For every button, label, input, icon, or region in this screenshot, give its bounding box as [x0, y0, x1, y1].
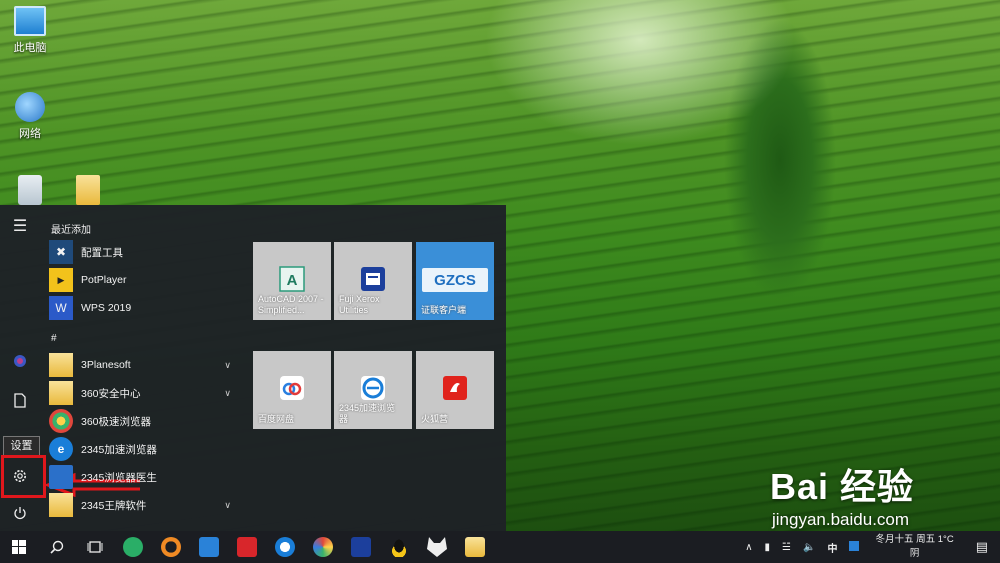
- app-label: 2345王牌软件: [81, 499, 147, 512]
- task-view-icon[interactable]: [76, 531, 114, 563]
- clock-line1: 冬月十五 周五 1°C: [875, 534, 954, 545]
- desktop-icon-label: 网络: [19, 128, 41, 140]
- tile-baidu-netdisk[interactable]: 百度网盘: [253, 351, 331, 429]
- recycle-bin-icon: [18, 175, 42, 205]
- app-360-security[interactable]: 360安全中心 ∨: [49, 380, 239, 406]
- folder-icon: [76, 175, 100, 205]
- clock[interactable]: 冬月十五 周五 1°C 阴: [865, 533, 963, 561]
- tile-huohu[interactable]: 火狐营: [416, 351, 494, 429]
- computer-icon: [14, 6, 46, 36]
- desktop-icon-network[interactable]: 网络: [0, 92, 60, 141]
- baidu-jingyan-watermark: Bai 经验 jingyan.baidu.com: [770, 458, 914, 530]
- start-rail: ☰ 设置: [0, 205, 46, 531]
- tray-app-icon[interactable]: [843, 540, 865, 554]
- app-3planesoft[interactable]: 3Planesoft ∨: [49, 352, 239, 378]
- app-label: PotPlayer: [81, 274, 127, 286]
- chevron-down-icon: ∨: [224, 499, 231, 510]
- chevron-down-icon: ∨: [224, 359, 231, 370]
- cat-icon[interactable]: [418, 531, 456, 563]
- app-list: 最近添加 ✖ 配置工具 ▶ PotPlayer W WPS 2019 # 3Pl…: [44, 205, 244, 531]
- desktop-icon-label: 此电脑: [13, 42, 47, 54]
- hamburger-menu-icon[interactable]: ☰: [0, 208, 40, 244]
- ime-indicator[interactable]: 中: [821, 540, 843, 555]
- tile-label: 证联客户端: [421, 305, 467, 315]
- fuji-icon[interactable]: [342, 531, 380, 563]
- settings-highlight-box: [1, 455, 46, 498]
- notifications-icon[interactable]: ▤: [964, 539, 1000, 555]
- browser-doctor-icon: [49, 465, 73, 489]
- tile-gzcs-client[interactable]: GZCS 证联客户端: [416, 242, 494, 320]
- volume-icon[interactable]: 🔈: [797, 542, 821, 553]
- gzcs-icon: GZCS: [420, 266, 490, 294]
- user-avatar-icon[interactable]: [0, 343, 40, 379]
- bird-icon[interactable]: [152, 531, 190, 563]
- file-explorer-icon[interactable]: [456, 531, 494, 563]
- app-2345-software[interactable]: 2345王牌软件 ∨: [49, 492, 239, 518]
- browser-2345-icon: [358, 373, 388, 403]
- settings-tooltip: 设置: [3, 436, 40, 456]
- folder-icon: [49, 381, 73, 405]
- tile-label: 2345加速浏览器: [339, 403, 396, 424]
- watermark-logo: Bai 经验: [770, 466, 915, 507]
- browser-2345-icon: e: [49, 437, 73, 461]
- folder-icon: [49, 353, 73, 377]
- autocad-icon: A: [277, 264, 307, 294]
- app-potplayer[interactable]: ▶ PotPlayer: [49, 267, 239, 293]
- wps-icon: W: [49, 296, 73, 320]
- tile-fuji-xerox[interactable]: Fuji Xerox Utilities: [334, 242, 412, 320]
- app-label: 3Planesoft: [81, 359, 131, 371]
- taskbar: ∧ ▮ ☱ 🔈 中 冬月十五 周五 1°C 阴 ▤: [0, 531, 1000, 563]
- tile-label: 火狐营: [421, 414, 449, 424]
- color-wheel-icon[interactable]: [304, 531, 342, 563]
- folder-icon: [49, 493, 73, 517]
- app-label: 360安全中心: [81, 387, 141, 400]
- network-icon: [15, 92, 45, 122]
- 360-browser-icon: [49, 409, 73, 433]
- clock-line2: 阴: [909, 548, 920, 559]
- battery-icon[interactable]: ▮: [759, 542, 777, 553]
- windows-start-icon[interactable]: [0, 531, 38, 563]
- fuji-xerox-icon: [358, 264, 388, 294]
- desktop-icon-folder[interactable]: [58, 175, 118, 208]
- desktop-icon-recycle-bin[interactable]: [0, 175, 60, 208]
- tile-label: AutoCAD 2007 - Simplified...: [258, 294, 324, 315]
- tile-2345-browser[interactable]: 2345加速浏览器: [334, 351, 412, 429]
- app-label: WPS 2019: [81, 302, 132, 314]
- hash-header: #: [51, 333, 57, 344]
- gzcs-logo-text: GZCS: [434, 272, 476, 289]
- wrench-icon: ✖: [49, 240, 73, 264]
- search-icon[interactable]: [38, 531, 76, 563]
- wifi-icon[interactable]: ☱: [776, 542, 797, 553]
- app-label: 2345加速浏览器: [81, 443, 157, 456]
- tile-label: Fuji Xerox Utilities: [339, 294, 380, 315]
- wechat-icon[interactable]: [114, 531, 152, 563]
- chevron-down-icon: ∨: [224, 387, 231, 398]
- app-label: 360极速浏览器: [81, 415, 152, 428]
- app-label: 配置工具: [81, 246, 123, 259]
- app-grid-icon[interactable]: [190, 531, 228, 563]
- recently-added-header: 最近添加: [51, 225, 91, 236]
- qq-icon[interactable]: [380, 531, 418, 563]
- baidu-netdisk-icon: [277, 373, 307, 403]
- potplayer-icon: ▶: [49, 268, 73, 292]
- desktop-icon-this-pc[interactable]: 此电脑: [0, 6, 60, 55]
- app-config-tool[interactable]: ✖ 配置工具: [49, 239, 239, 265]
- tray-chevron-up-icon[interactable]: ∧: [739, 542, 758, 553]
- news-icon[interactable]: [228, 531, 266, 563]
- edge-like-icon[interactable]: [266, 531, 304, 563]
- tile-autocad[interactable]: A AutoCAD 2007 - Simplified...: [253, 242, 331, 320]
- huohu-icon: [440, 373, 470, 403]
- system-tray: ∧ ▮ ☱ 🔈 中 冬月十五 周五 1°C 阴 ▤: [739, 531, 1000, 563]
- app-360-browser[interactable]: 360极速浏览器: [49, 408, 239, 434]
- power-icon[interactable]: [0, 495, 40, 531]
- watermark-url: jingyan.baidu.com: [772, 510, 910, 529]
- documents-icon[interactable]: [0, 382, 40, 418]
- app-wps[interactable]: W WPS 2019: [49, 295, 239, 321]
- app-label: 2345浏览器医生: [81, 471, 157, 484]
- app-2345-doctor[interactable]: 2345浏览器医生: [49, 464, 239, 490]
- app-2345-browser[interactable]: e 2345加速浏览器: [49, 436, 239, 462]
- tile-label: 百度网盘: [258, 414, 295, 424]
- svg-text:A: A: [287, 272, 298, 289]
